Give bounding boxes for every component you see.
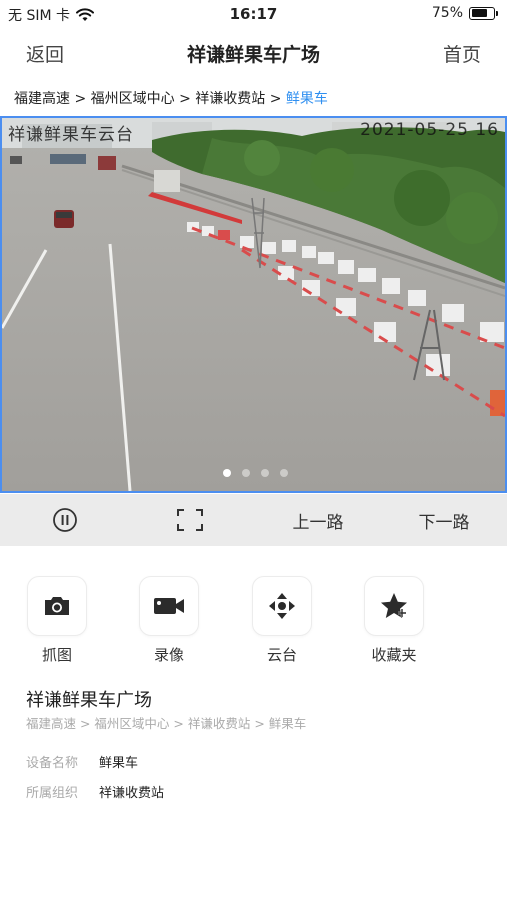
- status-right: 75%: [431, 5, 498, 21]
- page-title: 祥谦鲜果车广场: [186, 44, 320, 66]
- battery-percent: 75%: [431, 5, 463, 21]
- video-osd-timestamp: 2021-05-25 16: [360, 120, 499, 140]
- device-path: 福建高速 > 福州区域中心 > 祥谦收费站 > 鲜果车: [26, 716, 307, 731]
- breadcrumb-separator: >: [265, 91, 286, 107]
- snapshot-action[interactable]: 抓图: [17, 576, 97, 665]
- page-indicator: [2, 469, 505, 477]
- fullscreen-button[interactable]: [158, 494, 222, 546]
- device-org-row: 所属组织 祥谦收费站: [26, 782, 164, 801]
- ptz-direction-icon: [269, 593, 295, 619]
- breadcrumb-item[interactable]: 福建高速: [14, 91, 70, 107]
- battery-icon: [469, 6, 498, 20]
- breadcrumb-item-current[interactable]: 鲜果车: [286, 91, 328, 107]
- page-dot[interactable]: [261, 469, 269, 477]
- camera-icon: [45, 597, 69, 615]
- device-name-label: 设备名称: [26, 756, 79, 771]
- page-dot[interactable]: [242, 469, 250, 477]
- next-channel-button[interactable]: 下一路: [402, 494, 486, 546]
- page-dot[interactable]: [280, 469, 288, 477]
- battery-fill: [471, 9, 487, 17]
- breadcrumb: 福建高速 > 福州区域中心 > 祥谦收费站 > 鲜果车: [14, 88, 328, 108]
- record-label: 录像: [153, 646, 184, 664]
- breadcrumb-separator: >: [174, 91, 196, 107]
- snapshot-label: 抓图: [41, 646, 72, 664]
- ptz-label: 云台: [266, 646, 297, 664]
- home-button[interactable]: 首页: [443, 40, 481, 67]
- record-button[interactable]: [139, 576, 199, 636]
- device-name-row: 设备名称 鲜果车: [26, 752, 138, 771]
- device-name-value: 鲜果车: [99, 756, 139, 771]
- breadcrumb-separator: >: [70, 91, 91, 107]
- playback-controls: 上一路 下一路: [0, 494, 507, 546]
- device-org-label: 所属组织: [26, 786, 79, 801]
- device-title: 祥谦鲜果车广场: [26, 690, 152, 711]
- action-grid: 抓图 录像 云台 收藏夹: [0, 576, 507, 672]
- status-bar: 无 SIM 卡 16:17 75%: [0, 0, 507, 30]
- favorites-button[interactable]: [364, 576, 424, 636]
- pause-circle-icon: [53, 508, 77, 532]
- page-dot-active[interactable]: [223, 469, 231, 477]
- breadcrumb-item[interactable]: 福州区域中心: [91, 91, 175, 107]
- favorites-action[interactable]: 收藏夹: [354, 576, 434, 665]
- star-icon: [381, 593, 407, 618]
- camera-feed-image: [2, 118, 505, 491]
- pause-button[interactable]: [33, 494, 97, 546]
- prev-channel-button[interactable]: 上一路: [276, 494, 360, 546]
- ptz-action[interactable]: 云台: [242, 576, 322, 665]
- breadcrumb-item[interactable]: 祥谦收费站: [195, 91, 265, 107]
- snapshot-button[interactable]: [27, 576, 87, 636]
- ptz-button[interactable]: [252, 576, 312, 636]
- favorites-label: 收藏夹: [371, 646, 417, 664]
- record-action[interactable]: 录像: [129, 576, 209, 665]
- nav-bar: 返回 祥谦鲜果车广场 首页: [0, 30, 507, 76]
- video-osd-label: 祥谦鲜果车云台: [8, 125, 134, 145]
- device-org-value: 祥谦收费站: [99, 786, 165, 801]
- fullscreen-icon: [177, 509, 203, 531]
- video-player[interactable]: 祥谦鲜果车云台 2021-05-25 16: [0, 116, 507, 493]
- video-camera-icon: [154, 598, 184, 614]
